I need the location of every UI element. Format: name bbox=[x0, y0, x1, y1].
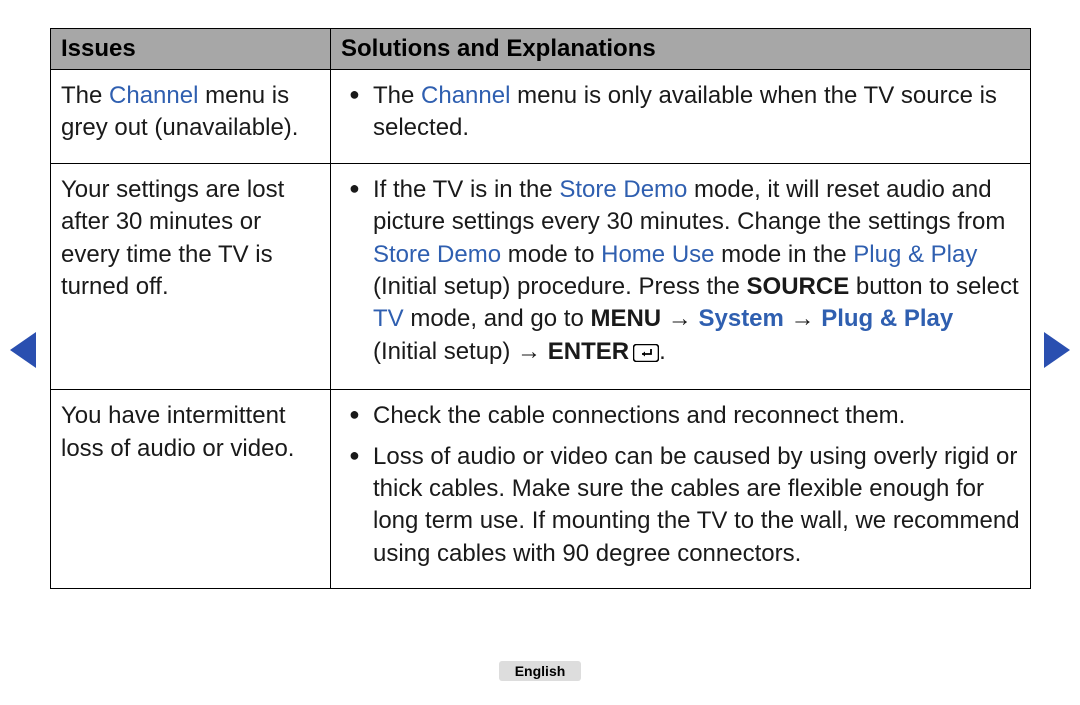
highlight: Channel bbox=[421, 82, 510, 109]
list-item: Check the cable connections and reconnec… bbox=[345, 400, 1020, 432]
text: (Initial setup) → bbox=[373, 338, 548, 365]
bold-text: ENTER bbox=[548, 338, 629, 365]
text: . bbox=[659, 338, 666, 365]
text: mode to bbox=[501, 241, 601, 268]
bold-text: SOURCE bbox=[747, 273, 850, 300]
text: The bbox=[373, 82, 421, 109]
highlight: Store Demo bbox=[559, 176, 687, 203]
footer: English bbox=[0, 661, 1080, 681]
highlight: Plug & Play bbox=[821, 305, 953, 332]
next-page-arrow[interactable] bbox=[1044, 332, 1070, 368]
issue-cell: Your settings are lost after 30 minutes … bbox=[51, 163, 331, 389]
highlight: Plug & Play bbox=[853, 241, 977, 268]
highlight: Home Use bbox=[601, 241, 714, 268]
solution-cell: If the TV is in the Store Demo mode, it … bbox=[331, 163, 1031, 389]
list-item: If the TV is in the Store Demo mode, it … bbox=[345, 174, 1020, 371]
language-badge: English bbox=[499, 661, 582, 681]
highlight: Channel bbox=[109, 82, 198, 109]
prev-page-arrow[interactable] bbox=[10, 332, 36, 368]
text: If the TV is in the bbox=[373, 176, 559, 203]
highlight: Store Demo bbox=[373, 241, 501, 268]
highlight: System bbox=[698, 305, 783, 332]
text: The bbox=[61, 82, 109, 109]
solution-cell: The Channel menu is only available when … bbox=[331, 70, 1031, 164]
bullet-list: The Channel menu is only available when … bbox=[345, 80, 1020, 145]
text: mode in the bbox=[715, 241, 854, 268]
header-solutions: Solutions and Explanations bbox=[331, 29, 1031, 70]
bullet-list: If the TV is in the Store Demo mode, it … bbox=[345, 174, 1020, 371]
enter-icon bbox=[633, 339, 659, 371]
troubleshooting-table: Issues Solutions and Explanations The Ch… bbox=[50, 28, 1031, 589]
issue-cell: You have intermittent loss of audio or v… bbox=[51, 390, 331, 589]
table-row: Your settings are lost after 30 minutes … bbox=[51, 163, 1031, 389]
header-issues: Issues bbox=[51, 29, 331, 70]
bold-text: MENU bbox=[590, 305, 661, 332]
text: (Initial setup) procedure. Press the bbox=[373, 273, 747, 300]
highlight: TV bbox=[373, 305, 404, 332]
table-row: The Channel menu is grey out (unavailabl… bbox=[51, 70, 1031, 164]
text: button to select bbox=[849, 273, 1018, 300]
list-item: Loss of audio or video can be caused by … bbox=[345, 441, 1020, 571]
bullet-list: Check the cable connections and reconnec… bbox=[345, 400, 1020, 570]
list-item: The Channel menu is only available when … bbox=[345, 80, 1020, 145]
text: mode, and go to bbox=[404, 305, 591, 332]
issue-cell: The Channel menu is grey out (unavailabl… bbox=[51, 70, 331, 164]
table-row: You have intermittent loss of audio or v… bbox=[51, 390, 1031, 589]
solution-cell: Check the cable connections and reconnec… bbox=[331, 390, 1031, 589]
arrow-text: → bbox=[784, 305, 821, 332]
arrow-text: → bbox=[661, 305, 698, 332]
manual-page: Issues Solutions and Explanations The Ch… bbox=[0, 0, 1080, 705]
